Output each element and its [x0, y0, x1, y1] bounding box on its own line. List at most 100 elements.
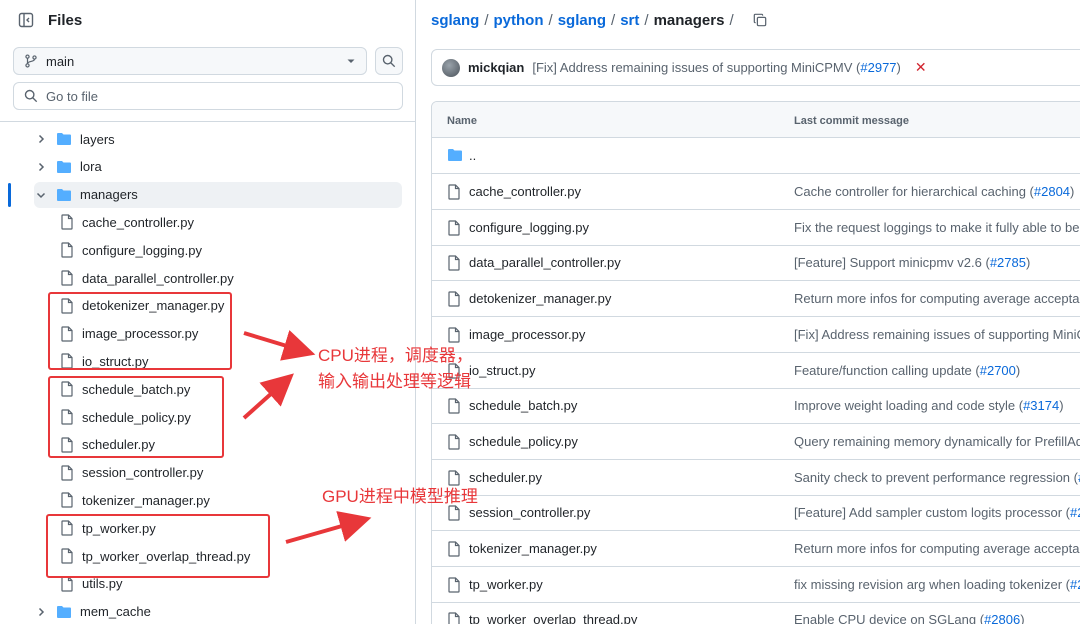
file-name-link[interactable]: io_struct.py: [469, 363, 535, 378]
commit-message-link[interactable]: [Feature] Add sampler custom logits proc…: [794, 505, 1080, 520]
file-name-link[interactable]: session_controller.py: [469, 505, 590, 520]
pr-link[interactable]: #2785: [990, 255, 1026, 270]
tree-file[interactable]: data_parallel_controller.py: [60, 265, 402, 291]
commit-message[interactable]: [Fix] Address remaining issues of suppor…: [532, 60, 901, 75]
cpu-annotation-box-2: [48, 376, 224, 458]
tree-folder[interactable]: lora: [34, 154, 402, 180]
pr-link[interactable]: #2806: [984, 612, 1020, 624]
copy-path-button[interactable]: [753, 13, 767, 27]
commit-message-link[interactable]: Feature/function calling update (#2700): [794, 363, 1020, 378]
tree-folder[interactable]: layers: [34, 126, 402, 152]
commit-pr-link[interactable]: #2977: [860, 60, 896, 75]
file-name-link[interactable]: tp_worker_overlap_thread.py: [469, 612, 637, 624]
tree-item-label: tokenizer_manager.py: [82, 492, 210, 508]
file-name-link[interactable]: configure_logging.py: [469, 220, 589, 235]
table-row: io_struct.py Feature/function calling upd…: [432, 353, 1080, 389]
file-name-link[interactable]: tp_worker.py: [469, 577, 543, 592]
file-icon: [61, 214, 73, 230]
branch-select[interactable]: main: [13, 47, 367, 75]
tree-file[interactable]: configure_logging.py: [60, 237, 402, 263]
file-icon: [448, 327, 460, 343]
breadcrumb-link[interactable]: python: [494, 12, 544, 29]
tree-folder[interactable]: managers: [34, 181, 402, 208]
go-to-file-input[interactable]: Go to file: [13, 82, 403, 110]
breadcrumb-separator: /: [611, 11, 616, 29]
commit-message-link[interactable]: [Fix] Address remaining issues of suppor…: [794, 327, 1080, 342]
file-name-link[interactable]: image_processor.py: [469, 327, 585, 342]
table-row: schedule_policy.py Query remaining memory…: [432, 424, 1080, 460]
table-row: session_controller.py [Feature] Add sampl…: [432, 495, 1080, 532]
gpu-annotation-box: [46, 514, 270, 578]
folder-icon: [57, 188, 71, 201]
commit-author[interactable]: mickqian: [468, 60, 524, 75]
file-icon: [448, 577, 460, 593]
file-name-link[interactable]: tokenizer_manager.py: [469, 541, 597, 556]
folder-icon: [448, 149, 462, 161]
table-row: tp_worker_overlap_thread.py Enable CPU de…: [432, 602, 1080, 624]
commit-message-link[interactable]: fix missing revision arg when loading to…: [794, 577, 1080, 592]
collapse-sidebar-button[interactable]: [13, 7, 39, 33]
tree-item-label: session_controller.py: [82, 465, 204, 481]
commit-message-link[interactable]: Cache controller for hierarchical cachin…: [794, 184, 1074, 199]
directory-view: sglang / python / sglang / srt / managers / mickq…: [417, 0, 1080, 624]
pr-link[interactable]: #29: [1070, 577, 1080, 592]
breadcrumb-separator: /: [729, 11, 734, 29]
commit-message-link[interactable]: Query remaining memory dynamically for P…: [794, 434, 1080, 449]
commit-message-link[interactable]: Sanity check to prevent performance regr…: [794, 470, 1080, 485]
check-failed-icon[interactable]: ✕: [915, 59, 927, 76]
chevron-right-icon: [38, 162, 45, 171]
file-icon: [448, 291, 460, 307]
file-name-link[interactable]: scheduler.py: [469, 470, 542, 485]
breadcrumb-separator: /: [548, 11, 553, 29]
breadcrumb-link[interactable]: sglang: [431, 12, 479, 29]
file-name-link[interactable]: schedule_batch.py: [469, 398, 577, 413]
gpu-annotation: GPU进程中模型推理: [322, 487, 478, 506]
tree-item-label: data_parallel_controller.py: [82, 270, 234, 286]
pr-link[interactable]: #3174: [1023, 398, 1059, 413]
folder-icon: [57, 160, 71, 173]
breadcrumb-link[interactable]: sglang: [558, 12, 606, 29]
pr-link[interactable]: #2: [1070, 505, 1080, 520]
chevron-right-icon: [38, 134, 45, 144]
search-icon: [382, 54, 396, 68]
file-icon: [61, 270, 73, 286]
commit-message-link[interactable]: Return more infos for computing average …: [794, 291, 1080, 306]
commit-message-link[interactable]: Enable CPU device on SGLang (#2806): [794, 612, 1025, 624]
sidebar-divider: [0, 121, 415, 122]
file-icon: [448, 541, 460, 557]
commit-message-link[interactable]: [Feature] Support minicpmv v2.6 (#2785): [794, 255, 1030, 270]
folder-icon: [57, 605, 71, 618]
file-name-link[interactable]: schedule_policy.py: [469, 434, 578, 449]
file-name-link[interactable]: data_parallel_controller.py: [469, 255, 621, 270]
column-header-message: Last commit message: [794, 115, 909, 127]
parent-directory-label: ..: [469, 148, 477, 163]
table-row: scheduler.py Sanity check to prevent perf…: [432, 460, 1080, 496]
tree-file[interactable]: cache_controller.py: [60, 209, 402, 235]
file-icon: [448, 220, 460, 236]
file-icon: [61, 242, 73, 258]
tree-folder[interactable]: mem_cache: [34, 599, 402, 624]
commit-message-link[interactable]: Fix the request loggings to make it full…: [794, 220, 1080, 235]
commit-message-link[interactable]: Improve weight loading and code style (#…: [794, 398, 1064, 413]
table-row: image_processor.py [Fix] Address remainin…: [432, 317, 1080, 353]
pr-link[interactable]: #2804: [1034, 184, 1070, 199]
cpu-annotation-line2: 输入输出处理等逻辑: [318, 372, 471, 391]
search-files-button[interactable]: [375, 47, 403, 75]
file-name-link[interactable]: cache_controller.py: [469, 184, 581, 199]
caret-down-icon: [347, 59, 355, 63]
file-table: Name Last commit message .. cache_control…: [431, 101, 1080, 624]
tree-item-label: utils.py: [82, 576, 123, 592]
commit-message-link[interactable]: Return more infos for computing average …: [794, 541, 1080, 556]
avatar[interactable]: [442, 58, 460, 77]
cpu-annotation-box-1: [48, 292, 232, 370]
table-header: Name Last commit message: [432, 102, 1080, 138]
parent-directory-row[interactable]: ..: [432, 138, 1080, 174]
pr-link[interactable]: #2700: [980, 363, 1016, 378]
tree-item-label: configure_logging.py: [82, 242, 202, 258]
file-name-link[interactable]: detokenizer_manager.py: [469, 291, 611, 306]
tree-file[interactable]: session_controller.py: [60, 460, 402, 486]
breadcrumb-separator: /: [644, 11, 649, 29]
tree-item-label: lora: [80, 159, 102, 175]
table-row: configure_logging.py Fix the request logg…: [432, 210, 1080, 246]
breadcrumb-link[interactable]: srt: [620, 12, 639, 29]
